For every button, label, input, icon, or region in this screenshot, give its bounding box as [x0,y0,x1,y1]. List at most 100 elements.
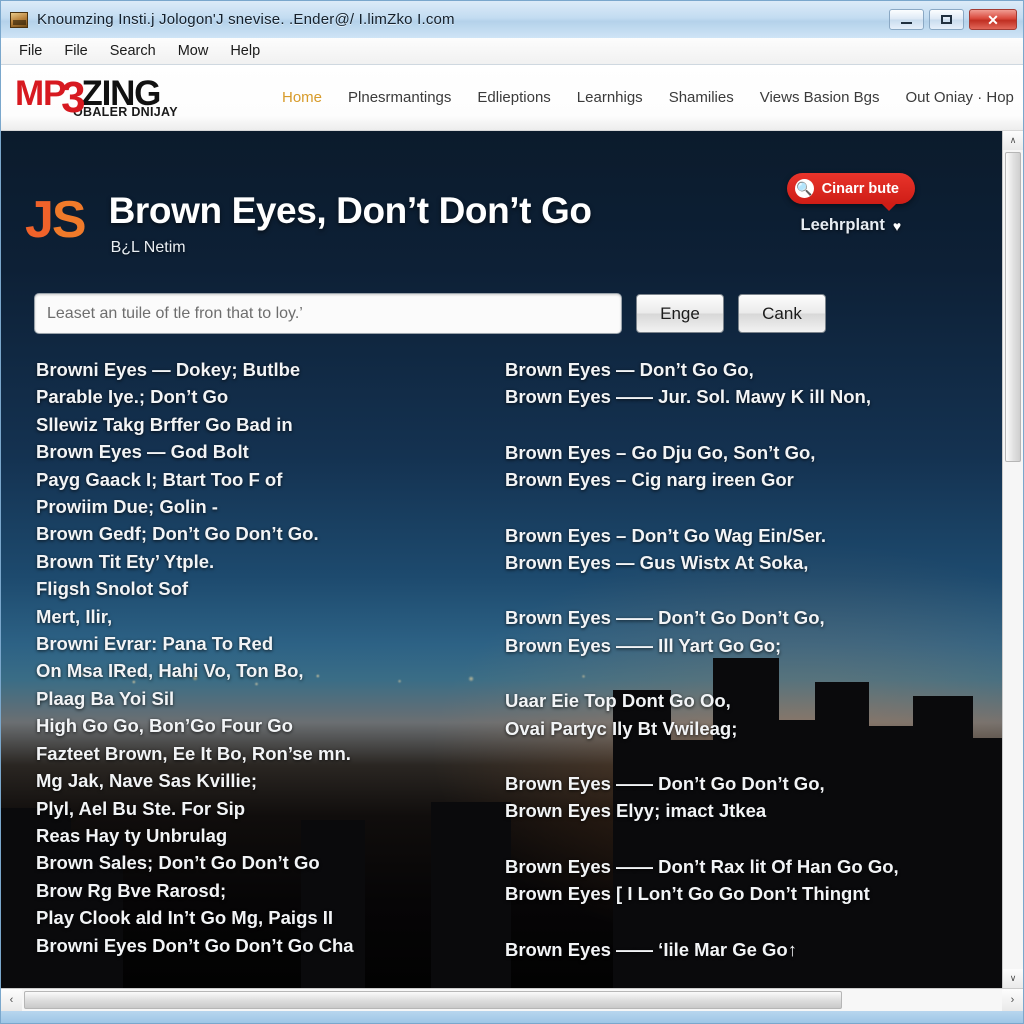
menu-item-search[interactable]: Search [100,40,166,62]
result-line[interactable]: Fligsh Snolot Sof [36,575,453,602]
topright-block: 🔍 Cinarr bute Leehrplant ♥ [786,173,915,235]
result-line[interactable]: Ovai Partyc Ily Bt Vwileag; [505,715,973,742]
result-group: Browni Eyes — Dokey; Butlbe Parable Iye.;… [36,356,453,959]
scroll-left-button[interactable]: ‹ [1,989,22,1011]
result-line[interactable]: Sllewiz Takg Brffer Go Bad in [36,411,453,438]
result-line[interactable]: Brown Eyes – Don’t Go Wag Ein/Ser. [505,522,973,549]
title-bar: Knoumzing Insti.j Jologon'J snevise. .En… [1,1,1023,38]
result-line[interactable]: Plaag Ba Yoi Sil [36,685,453,712]
result-line[interactable]: Brown Tit Ety’ Ytple. [36,548,453,575]
nav-item-edlieptions[interactable]: Edlieptions [477,89,550,106]
result-line[interactable]: Brown Eyes —— Ill Yart Go Go; [505,632,973,659]
site-logo[interactable]: MP3ZING OBALER DNIJAY [15,74,190,122]
result-line[interactable]: Brown Eyes —— Don’t Go Don’t Go, [505,604,973,631]
result-line[interactable]: Play Clook ald In’t Go Mg, Paigs II [36,904,453,931]
menu-item-file-2[interactable]: File [54,40,97,62]
result-line[interactable]: On Msa IRed, Hahi Vo, Ton Bo, [36,657,453,684]
vertical-scroll-track[interactable] [1003,150,1023,969]
page-subtitle: B¿L Netim [110,239,186,256]
horizontal-scroll-track[interactable] [22,989,1002,1011]
result-line[interactable]: Browni Eyes — Dokey; Butlbe [36,356,453,383]
maximize-icon [941,15,952,24]
js-badge-s: S [51,191,87,249]
result-line[interactable]: Plyl, Ael Bu Ste. For Sip [36,795,453,822]
clear-button[interactable]: 🔍 Cinarr bute [786,173,915,211]
search-row: Enge Cank [34,293,1023,334]
result-line[interactable]: Brown Eyes —— ‘Iile Mar Ge Go↑ [505,936,973,963]
horizontal-scrollbar[interactable]: ‹ › [1,988,1023,1011]
horizontal-scroll-thumb[interactable] [24,991,842,1009]
result-line[interactable]: Brown Eyes — Gus Wistx At Soka, [505,549,973,576]
result-line[interactable]: Brown Eyes —— Jur. Sol. Mawy K ill Non, [505,383,973,410]
result-line[interactable]: Brown Eyes — God Bolt [36,438,453,465]
result-group: Brown Eyes —— Don’t Go Don’t Go, Brown Ey… [505,770,973,825]
js-badge: JS [25,191,87,249]
result-line[interactable]: Reas Hay ty Unbrulag [36,822,453,849]
nav-item-learnhigs[interactable]: Learnhigs [577,89,643,106]
cancel-button[interactable]: Cank [738,294,826,333]
page-content: JS Brown Eyes, Don’t Don’t Go B¿L Netim … [1,131,1023,988]
result-line[interactable]: Browni Evrar: Pana To Red [36,630,453,657]
nav-item-home[interactable]: Home [282,89,322,106]
result-line[interactable]: Mg Jak, Nave Sas Kvillie; [36,767,453,794]
window-title: Knoumzing Insti.j Jologon'J snevise. .En… [37,11,455,28]
result-group: Uaar Eie Top Dont Go Oo, Ovai Partyc Ily … [505,687,973,742]
status-strip [1,1011,1023,1023]
vertical-scroll-thumb[interactable] [1005,152,1021,462]
nav-item-plnesrmantings[interactable]: Plnesrmantings [348,89,451,106]
submit-button[interactable]: Enge [636,294,724,333]
menu-bar: File File Search Mow Help [1,38,1023,65]
site-header: MP3ZING OBALER DNIJAY Home Plnesrmanting… [1,65,1023,131]
menu-item-file-1[interactable]: File [9,40,52,62]
heart-icon: ♥ [892,217,902,234]
search-icon: 🔍 [794,179,814,198]
scroll-right-button[interactable]: › [1002,989,1023,1011]
result-line[interactable]: Mert, Ilir, [36,603,453,630]
logo-mp-text: MP [15,73,66,113]
nav-item-out-oniay-hop[interactable]: Out Oniay · Hop [906,89,1014,106]
result-group: Brown Eyes —— Don’t Go Don’t Go, Brown Ey… [505,604,973,659]
scroll-up-button[interactable]: ∧ [1003,131,1023,150]
result-line[interactable]: Fazteet Brown, Ee It Bo, Ron’se mn. [36,740,453,767]
result-line[interactable]: Brown Sales; Don’t Go Don’t Go [36,849,453,876]
result-line[interactable]: High Go Go, Bon’Go Four Go [36,712,453,739]
result-line[interactable]: Brown Gedf; Don’t Go Don’t Go. [36,520,453,547]
nav-item-views-basion-bgs[interactable]: Views Basion Bgs [760,89,880,106]
topright-caption: Leehrplant ♥ [787,216,915,235]
result-line[interactable]: Brown Eyes Elyy; imact Jtkea [505,797,973,824]
result-line[interactable]: Uaar Eie Top Dont Go Oo, [505,687,973,714]
js-badge-j: J [25,191,54,249]
results-column-left: Browni Eyes — Dokey; Butlbe Parable Iye.;… [1,356,453,963]
result-line[interactable]: Brown Eyes – Go Dju Go, Son’t Go, [505,439,973,466]
menu-item-mow[interactable]: Mow [168,40,219,62]
result-line[interactable]: Brow Rg Bve Rarosd; [36,877,453,904]
result-line[interactable]: Brown Eyes — Don’t Go Go, [505,356,973,383]
minimize-button[interactable] [889,9,924,30]
result-group: Brown Eyes – Go Dju Go, Son’t Go, Brown E… [505,439,973,494]
result-line[interactable]: Brown Eyes – Cig narg ireen Gor [505,466,973,493]
result-line[interactable]: Prowiim Due; Golin - [36,493,453,520]
minimize-icon [901,21,912,24]
hero-text-block: Brown Eyes, Don’t Don’t Go B¿L Netim [109,189,592,257]
result-line[interactable]: Payg Gaack I; Btart Too F of [36,466,453,493]
clear-button-label: Cinarr bute [821,180,899,197]
result-line[interactable]: Brown Eyes [ I Lon’t Go Go Don’t Thingnt [505,880,973,907]
logo-tagline: OBALER DNIJAY [73,104,178,119]
page-title: Brown Eyes, Don’t Don’t Go [108,190,592,231]
application-window: Knoumzing Insti.j Jologon'J snevise. .En… [0,0,1024,1024]
scroll-down-button[interactable]: ∨ [1003,969,1023,988]
primary-nav: Home Plnesrmantings Edlieptions Learnhig… [282,89,1023,106]
search-input[interactable] [34,293,622,334]
vertical-scrollbar[interactable]: ∧ ∨ [1002,131,1023,988]
menu-item-help[interactable]: Help [220,40,270,62]
result-line[interactable]: Brown Eyes —— Don’t Go Don’t Go, [505,770,973,797]
logo-three-text: 3 [61,72,85,122]
result-line[interactable]: Parable Iye.; Don’t Go [36,383,453,410]
result-line[interactable]: Brown Eyes —— Don’t Rax lit Of Han Go Go… [505,853,973,880]
maximize-button[interactable] [929,9,964,30]
nav-item-shamilies[interactable]: Shamilies [669,89,734,106]
results-area: Browni Eyes — Dokey; Butlbe Parable Iye.;… [1,356,1023,963]
topright-caption-text: Leehrplant [800,216,885,234]
close-button[interactable]: ✕ [969,9,1017,30]
result-line[interactable]: Browni Eyes Don’t Go Don’t Go Cha [36,932,453,959]
